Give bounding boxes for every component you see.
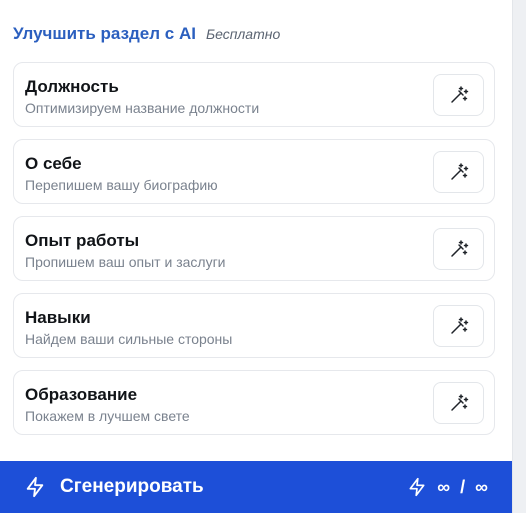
card-description: Перепишем вашу биографию xyxy=(25,177,218,193)
card-description: Найдем ваши сильные стороны xyxy=(25,331,233,347)
section-title: Улучшить раздел с AI xyxy=(13,24,196,43)
card-about: О себе Перепишем вашу биографию xyxy=(13,139,495,204)
card-title: Образование xyxy=(25,385,138,404)
improve-experience-button[interactable] xyxy=(433,228,484,270)
scrollbar[interactable] xyxy=(512,0,526,513)
card-position: Должность Оптимизируем название должност… xyxy=(13,62,495,127)
quota-indicator: ∞ / ∞ xyxy=(407,461,488,513)
improve-about-button[interactable] xyxy=(433,151,484,193)
card-title: Должность xyxy=(25,77,119,96)
lightning-icon xyxy=(409,477,425,497)
card-description: Пропишем ваш опыт и заслуги xyxy=(25,254,226,270)
generate-bar: Сгенерировать ∞ / ∞ xyxy=(0,461,512,513)
ai-improve-panel: Улучшить раздел с AI Бесплатно Должность… xyxy=(0,0,512,513)
generate-label: Сгенерировать xyxy=(60,476,204,497)
magic-wand-icon xyxy=(450,394,468,411)
lightning-icon xyxy=(26,476,44,498)
quota-total: ∞ xyxy=(475,476,488,497)
section-header: Улучшить раздел с AI Бесплатно xyxy=(13,24,280,44)
generate-button[interactable]: Сгенерировать xyxy=(24,476,204,498)
free-badge: Бесплатно xyxy=(205,26,281,42)
card-title: О себе xyxy=(25,154,82,173)
card-description: Оптимизируем название должности xyxy=(25,100,260,116)
card-description: Покажем в лучшем свете xyxy=(25,408,190,424)
card-title: Опыт работы xyxy=(25,231,140,250)
card-title: Навыки xyxy=(25,308,91,327)
improve-education-button[interactable] xyxy=(433,382,484,424)
magic-wand-icon xyxy=(450,86,468,103)
card-education: Образование Покажем в лучшем свете xyxy=(13,370,495,435)
improve-position-button[interactable] xyxy=(433,74,484,116)
magic-wand-icon xyxy=(450,163,468,180)
improve-skills-button[interactable] xyxy=(433,305,484,347)
card-skills: Навыки Найдем ваши сильные стороны xyxy=(13,293,495,358)
quota-used: ∞ xyxy=(437,476,451,497)
quota-separator: / xyxy=(460,476,466,497)
magic-wand-icon xyxy=(450,317,468,334)
magic-wand-icon xyxy=(450,240,468,257)
card-experience: Опыт работы Пропишем ваш опыт и заслуги xyxy=(13,216,495,281)
